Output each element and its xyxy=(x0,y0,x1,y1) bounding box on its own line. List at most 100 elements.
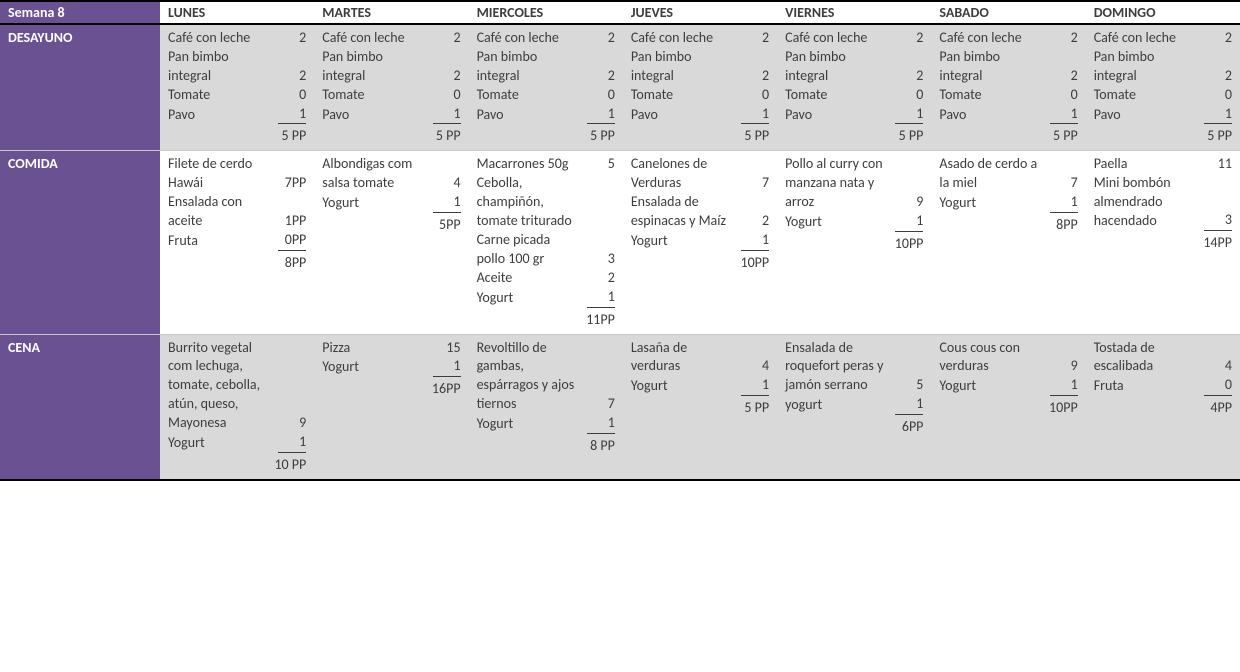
food-item: Tomate0 xyxy=(631,86,769,105)
food-name: Canelones de Verduras xyxy=(631,155,741,193)
food-name: Fruta xyxy=(1094,377,1204,396)
food-points: 1 xyxy=(895,105,923,125)
food-item: Macarrones 50g5 xyxy=(477,155,615,174)
food-item: Pizza15 xyxy=(322,339,460,358)
food-name: Ensalada con aceite xyxy=(168,193,278,231)
food-item: Pan bimbo integral2 xyxy=(939,48,1077,86)
food-points: 9 xyxy=(1050,357,1078,376)
meal-cell: Burrito vegetal com lechuga, tomate, ceb… xyxy=(160,335,314,479)
food-item: Yogurt1 xyxy=(785,212,923,232)
food-points: 2 xyxy=(741,29,769,48)
food-points: 1 xyxy=(1050,105,1078,125)
food-name: Tostada de escalibada xyxy=(1094,339,1204,377)
cell-total: 5 PP xyxy=(631,398,769,416)
food-item: Yogurt1 xyxy=(322,357,460,377)
food-points: 1 xyxy=(433,357,461,377)
food-name: Pan bimbo integral xyxy=(1094,48,1204,86)
food-name: Pollo al curry con manzana nata y arroz xyxy=(785,155,895,212)
food-points: 11 xyxy=(1204,155,1232,174)
food-item: Canelones de Verduras7 xyxy=(631,155,769,193)
food-points: 1 xyxy=(433,105,461,125)
meal-cell: Revoltillo de gambas, espárragos y ajos … xyxy=(469,335,623,479)
cell-total: 5 PP xyxy=(631,126,769,144)
food-name: Cebolla, champiñón, tomate triturado xyxy=(477,174,587,231)
food-name: Café con leche xyxy=(785,29,895,48)
food-points: 2 xyxy=(1204,67,1232,86)
food-name: Pavo xyxy=(631,106,741,125)
day-header: VIERNES xyxy=(777,2,931,23)
food-item: Pan bimbo integral2 xyxy=(1094,48,1232,86)
meal-cell: Café con leche2Pan bimbo integral2Tomate… xyxy=(777,25,931,150)
food-points: 2 xyxy=(1204,29,1232,48)
food-name: Yogurt xyxy=(939,194,1049,213)
food-name: Tomate xyxy=(631,86,741,105)
food-name: Pan bimbo integral xyxy=(477,48,587,86)
food-name: Yogurt xyxy=(631,377,741,396)
food-points: 2 xyxy=(433,67,461,86)
meal-label: CENA xyxy=(0,335,160,479)
food-name: Macarrones 50g xyxy=(477,155,587,174)
food-item: Tomate0 xyxy=(1094,86,1232,105)
meal-cell: Tostada de escalibada4Fruta04PP xyxy=(1086,335,1240,479)
cell-total: 5 PP xyxy=(939,126,1077,144)
food-item: Tomate0 xyxy=(939,86,1077,105)
meal-cell: Café con leche2Pan bimbo integral2Tomate… xyxy=(160,25,314,150)
header-row: Semana 8 LUNES MARTES MIERCOLES JUEVES V… xyxy=(0,2,1240,25)
cell-total: 5 PP xyxy=(785,126,923,144)
food-points: 1 xyxy=(741,105,769,125)
food-points: 2 xyxy=(895,67,923,86)
food-item: Pan bimbo integral2 xyxy=(785,48,923,86)
food-points: 1 xyxy=(278,105,306,125)
food-points: 2 xyxy=(433,29,461,48)
food-item: Pavo1 xyxy=(785,105,923,125)
meal-row: COMIDAFilete de cerdo Hawái7PPEnsalada c… xyxy=(0,150,1240,333)
cell-total: 10PP xyxy=(939,398,1077,416)
food-item: Burrito vegetal com lechuga, tomate, ceb… xyxy=(168,339,306,433)
food-points: 2 xyxy=(278,67,306,86)
food-points: 3 xyxy=(1204,211,1232,231)
meal-row: CENABurrito vegetal com lechuga, tomate,… xyxy=(0,334,1240,479)
food-name: Café con leche xyxy=(168,29,278,48)
food-name: Pan bimbo integral xyxy=(168,48,278,86)
food-points: 0 xyxy=(1204,86,1232,105)
food-points: 2 xyxy=(587,29,615,48)
food-item: Carne picada pollo 100 gr3 xyxy=(477,231,615,269)
food-points: 2 xyxy=(1050,29,1078,48)
food-points: 1 xyxy=(278,433,306,453)
food-name: Pizza xyxy=(322,339,432,358)
food-name: Asado de cerdo a la miel xyxy=(939,155,1049,193)
meal-cell: Filete de cerdo Hawái7PPEnsalada con ace… xyxy=(160,151,314,333)
meal-label: DESAYUNO xyxy=(0,25,160,150)
food-item: yogurt1 xyxy=(785,395,923,415)
food-item: Fruta0 xyxy=(1094,376,1232,396)
day-header: MIERCOLES xyxy=(469,2,623,23)
food-item: Mini bombón almendrado hacendado3 xyxy=(1094,174,1232,231)
food-points: 1 xyxy=(587,414,615,434)
food-item: Cebolla, champiñón, tomate triturado xyxy=(477,174,615,231)
food-name: Pavo xyxy=(168,106,278,125)
food-points: 0 xyxy=(1050,86,1078,105)
food-item: Ensalada con aceite1PP xyxy=(168,193,306,231)
food-item: Ensalada de roquefort peras y jamón serr… xyxy=(785,339,923,396)
cell-total: 14PP xyxy=(1094,233,1232,251)
cell-total: 10PP xyxy=(785,234,923,252)
cell-total: 10PP xyxy=(631,253,769,271)
meal-cell: Asado de cerdo a la miel7Yogurt18PP xyxy=(931,151,1085,333)
food-item: Tomate0 xyxy=(477,86,615,105)
food-points: 3 xyxy=(587,250,615,269)
food-item: Ensalada de espinacas y Maíz2 xyxy=(631,193,769,231)
meal-cell: Café con leche2Pan bimbo integral2Tomate… xyxy=(1086,25,1240,150)
food-item: Café con leche2 xyxy=(477,29,615,48)
food-item: Yogurt1 xyxy=(477,414,615,434)
food-points: 0PP xyxy=(278,231,306,251)
food-item: Pavo1 xyxy=(1094,105,1232,125)
food-item: Café con leche2 xyxy=(168,29,306,48)
food-points: 5 xyxy=(895,376,923,395)
food-name: Café con leche xyxy=(939,29,1049,48)
food-item: Fruta0PP xyxy=(168,231,306,251)
food-item: Asado de cerdo a la miel7 xyxy=(939,155,1077,193)
food-item: Yogurt1 xyxy=(939,193,1077,213)
food-item: Pan bimbo integral2 xyxy=(168,48,306,86)
food-item: Pollo al curry con manzana nata y arroz9 xyxy=(785,155,923,212)
food-name: Pan bimbo integral xyxy=(785,48,895,86)
